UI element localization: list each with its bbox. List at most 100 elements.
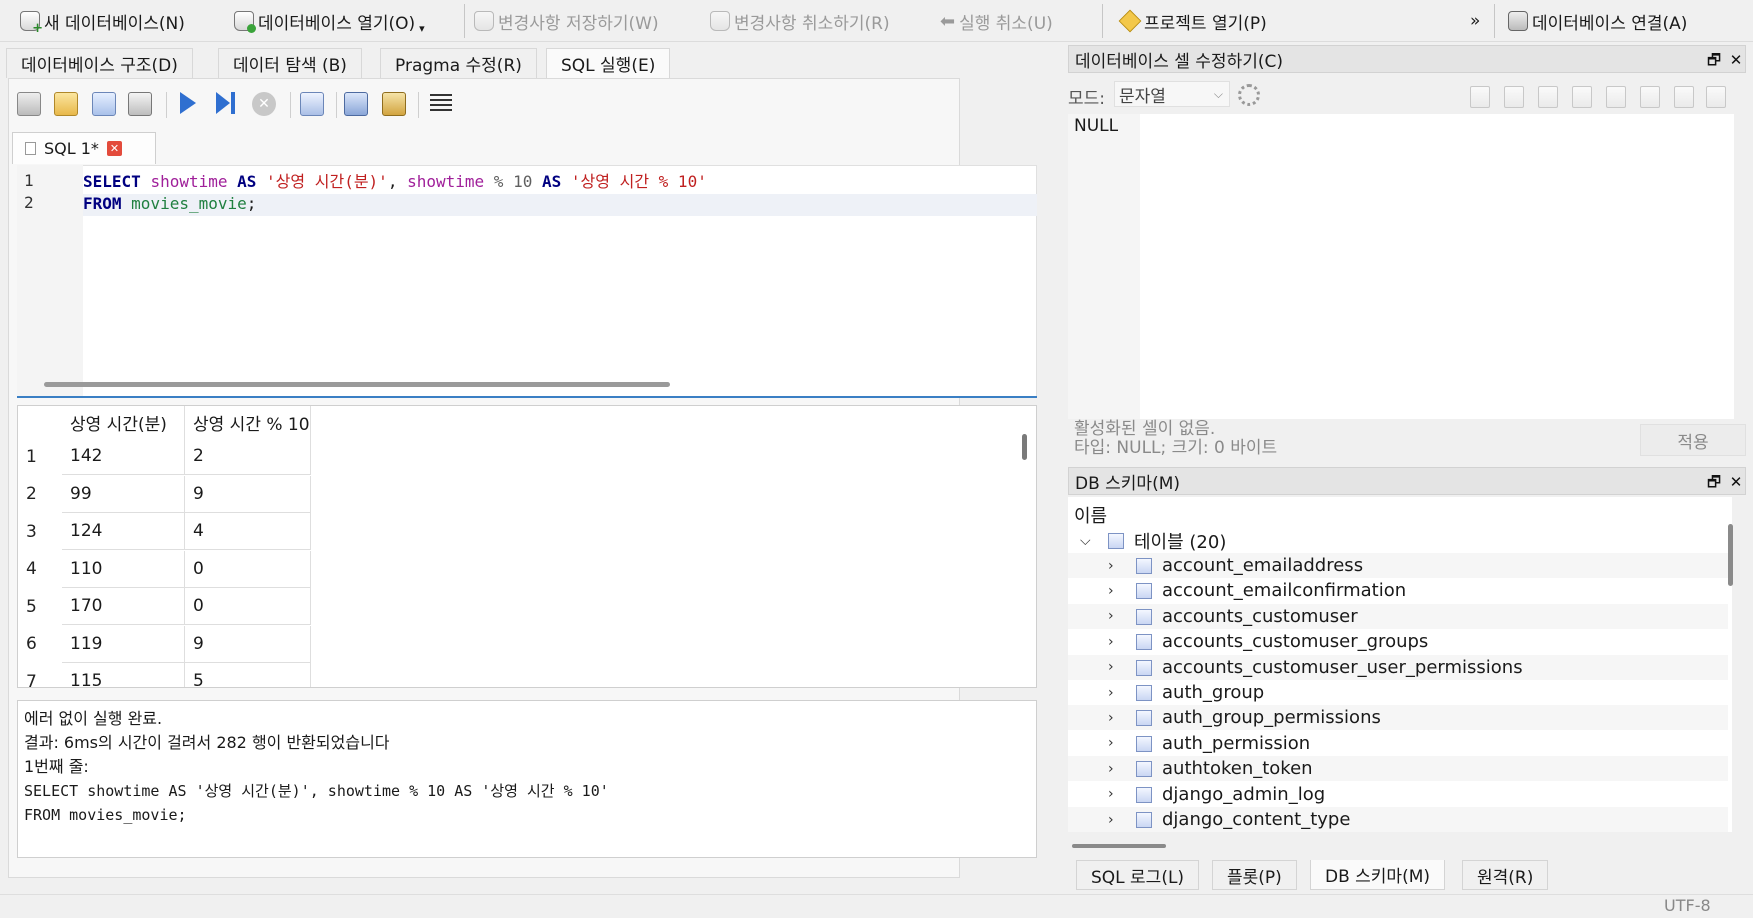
grid-cell[interactable]: 170 <box>62 588 185 625</box>
grid-cell[interactable]: 0 <box>185 588 311 625</box>
auto-apply-icon[interactable] <box>1674 86 1694 108</box>
table-row[interactable]: 1 142 2 <box>18 438 318 475</box>
grid-cell[interactable]: 119 <box>62 625 185 663</box>
row-number[interactable]: 3 <box>18 513 62 550</box>
table-row[interactable]: 3 124 4 <box>18 513 318 550</box>
grid-cell[interactable]: 5 <box>185 663 311 687</box>
table-row[interactable]: 2 99 9 <box>18 475 318 513</box>
execute-all-icon[interactable] <box>180 92 196 114</box>
cell-value-editor[interactable] <box>1068 114 1734 419</box>
open-project-button[interactable]: 프로젝트 열기(P) <box>1118 6 1267 36</box>
tab-database-structure[interactable]: 데이터베이스 구조(D) <box>6 48 193 78</box>
settings-gear-icon[interactable] <box>1238 84 1260 106</box>
tree-item-table[interactable]: › auth_permission <box>1068 731 1728 756</box>
tree-item-table[interactable]: › authtoken_token <box>1068 756 1728 782</box>
grid-cell[interactable]: 2 <box>185 438 311 475</box>
chevron-right-icon[interactable]: › <box>1108 786 1114 802</box>
tab-execute-sql[interactable]: SQL 실행(E) <box>546 48 671 78</box>
chevron-right-icon[interactable]: › <box>1108 812 1114 828</box>
row-number[interactable]: 4 <box>18 551 62 588</box>
grid-cell[interactable]: 115 <box>62 663 185 687</box>
print-cell-icon[interactable] <box>1706 86 1726 108</box>
print-icon[interactable] <box>128 92 152 116</box>
tab-plot[interactable]: 플롯(P) <box>1212 860 1297 890</box>
write-changes-button[interactable]: 변경사항 저장하기(W) <box>474 6 659 36</box>
tree-item-table[interactable]: › auth_group <box>1068 680 1728 705</box>
find-text-icon[interactable] <box>344 92 368 116</box>
tree-item-table[interactable]: › auth_group_permissions <box>1068 705 1728 731</box>
tab-sql-log[interactable]: SQL 로그(L) <box>1076 860 1200 890</box>
row-number[interactable]: 5 <box>18 588 62 625</box>
tree-item-table[interactable]: › accounts_customuser <box>1068 603 1728 629</box>
open-file-icon[interactable] <box>1538 86 1558 108</box>
table-row[interactable]: 4 110 0 <box>18 550 318 588</box>
chevron-right-icon[interactable]: › <box>1108 634 1114 650</box>
save-sql-file-icon[interactable] <box>92 92 116 116</box>
grid-cell[interactable]: 4 <box>185 513 311 550</box>
execute-current-line-icon[interactable] <box>216 92 230 114</box>
column-header[interactable]: 상영 시간 % 10 <box>185 406 311 438</box>
chevron-right-icon[interactable]: › <box>1108 558 1114 574</box>
tree-item-tables[interactable]: ⌵ 테이블 (20) <box>1068 528 1728 553</box>
chevron-right-icon[interactable]: › <box>1108 583 1114 599</box>
chevron-right-icon[interactable]: › <box>1108 685 1114 701</box>
close-panel-icon[interactable]: ✕ <box>1727 51 1745 69</box>
tree-item-table[interactable]: › django_content_type <box>1068 807 1728 832</box>
results-grid[interactable]: 상영 시간(분) 상영 시간 % 10 1 142 2 2 99 9 3 124 4 4 110 0 5… <box>17 405 1037 688</box>
grid-cell[interactable]: 142 <box>62 438 185 475</box>
tab-db-schema[interactable]: DB 스키마(M) <box>1310 860 1446 890</box>
chevron-right-icon[interactable]: › <box>1108 608 1114 624</box>
import-icon[interactable] <box>1470 86 1490 108</box>
save-results-icon[interactable] <box>300 92 324 116</box>
mode-select[interactable]: 문자열 ⌵ <box>1114 81 1230 107</box>
undo-button[interactable]: ⬅ 실행 취소(U) <box>940 6 1053 36</box>
open-database-button[interactable]: 데이터베이스 열기(O) ▾ <box>234 6 425 36</box>
row-number[interactable]: 6 <box>18 626 62 663</box>
schema-vertical-scrollbar[interactable] <box>1728 524 1733 586</box>
schema-tree[interactable]: 이름 ⌵ 테이블 (20) › account_emailaddress › acco… <box>1068 498 1732 832</box>
find-replace-icon[interactable] <box>382 92 406 116</box>
sql-editor-tab[interactable]: SQL 1* ✕ <box>12 132 156 164</box>
chevron-right-icon[interactable]: › <box>1108 710 1114 726</box>
chevron-right-icon[interactable]: › <box>1108 735 1114 751</box>
editor-horizontal-scrollbar[interactable] <box>44 382 670 387</box>
chevron-right-icon[interactable]: › <box>1108 659 1114 675</box>
tree-item-table[interactable]: › account_emailconfirmation <box>1068 578 1728 603</box>
column-header[interactable]: 상영 시간(분) <box>62 406 185 438</box>
execution-message-area[interactable]: 에러 없이 실행 완료. 결과: 6ms의 시간이 걸려서 282 행이 반환되… <box>17 700 1037 858</box>
close-panel-icon[interactable]: ✕ <box>1727 473 1745 491</box>
results-vertical-scrollbar[interactable] <box>1022 434 1027 460</box>
tab-edit-pragmas[interactable]: Pragma 수정(R) <box>380 48 537 78</box>
revert-changes-button[interactable]: 변경사항 취소하기(R) <box>710 6 890 36</box>
chevron-right-icon[interactable]: › <box>1108 761 1114 777</box>
name-column-header[interactable]: 이름 <box>1074 502 1107 528</box>
tree-item-table[interactable]: › django_admin_log <box>1068 782 1728 807</box>
export-icon[interactable] <box>1606 86 1626 108</box>
row-number[interactable]: 1 <box>18 438 62 475</box>
comment-lines-icon[interactable] <box>430 94 452 114</box>
align-icon[interactable] <box>1504 86 1524 108</box>
row-number[interactable]: 2 <box>18 476 62 513</box>
row-number[interactable]: 7 <box>18 663 62 688</box>
float-panel-icon[interactable]: 🗗 <box>1705 473 1723 491</box>
table-row[interactable]: 7 115 5 <box>18 663 318 688</box>
attach-database-button[interactable]: 데이터베이스 연결(A) <box>1508 6 1687 36</box>
new-database-button[interactable]: 새 데이터베이스(N) <box>20 6 185 36</box>
open-tab-icon[interactable] <box>17 92 41 116</box>
editor-results-splitter[interactable] <box>17 396 1037 398</box>
grid-cell[interactable]: 0 <box>185 550 311 588</box>
float-panel-icon[interactable]: 🗗 <box>1705 51 1723 69</box>
grid-cell[interactable]: 9 <box>185 475 311 513</box>
save-icon[interactable] <box>1572 86 1592 108</box>
grid-cell[interactable]: 9 <box>185 625 311 663</box>
grid-cell[interactable]: 124 <box>62 513 185 550</box>
tree-item-table[interactable]: › accounts_customuser_user_permissions <box>1068 654 1728 680</box>
apply-button[interactable]: 적용 <box>1640 424 1746 456</box>
chevron-down-icon[interactable]: ⌵ <box>1080 533 1091 549</box>
stop-execution-icon[interactable]: ✕ <box>252 92 276 116</box>
grid-cell[interactable]: 99 <box>62 475 185 513</box>
table-row[interactable]: 5 170 0 <box>18 588 318 625</box>
grid-cell[interactable]: 110 <box>62 550 185 588</box>
table-row[interactable]: 6 119 9 <box>18 625 318 663</box>
open-sql-file-icon[interactable] <box>54 92 78 116</box>
